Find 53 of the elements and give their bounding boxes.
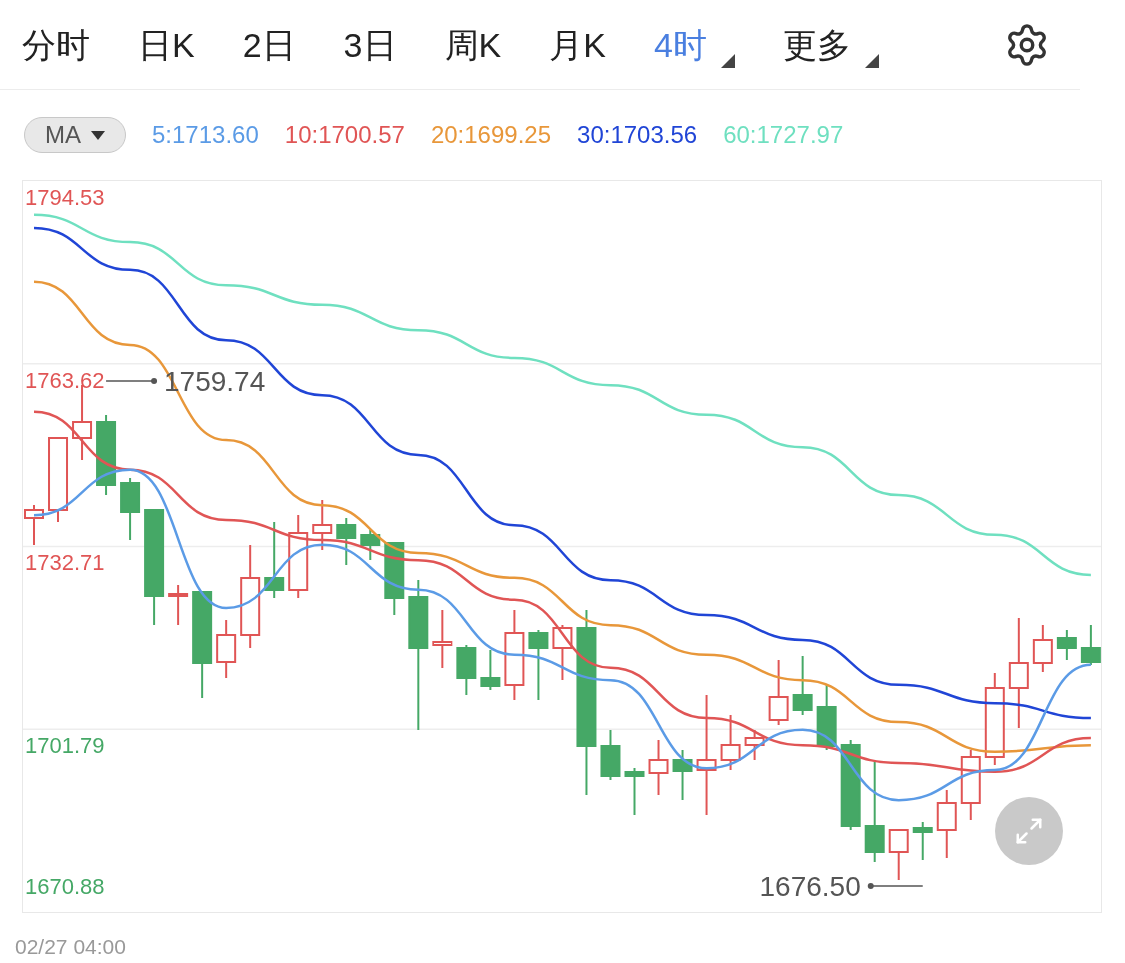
candlestick — [816, 684, 837, 751]
period-tab[interactable]: 日K — [138, 19, 195, 70]
indicator-dropdown[interactable]: MA — [24, 117, 126, 153]
candlestick — [1032, 624, 1053, 673]
leader-line — [867, 883, 924, 889]
leader-line — [105, 378, 158, 384]
candlestick — [432, 609, 453, 669]
ma-legend-value: 20:1699.25 — [430, 120, 552, 150]
y-axis-label: 1701.79 — [25, 733, 105, 760]
period-tab[interactable]: 更多 — [782, 19, 879, 70]
y-axis-label: 1670.88 — [25, 874, 105, 900]
candlestick — [168, 584, 189, 626]
candlestick — [336, 517, 357, 566]
candlestick — [936, 789, 957, 859]
period-tab[interactable]: 2日 — [242, 19, 296, 70]
candlestick — [528, 629, 549, 701]
candlestick — [888, 829, 909, 881]
ma-legend-value: 5:1713.60 — [152, 120, 259, 150]
period-tab[interactable]: 周K — [444, 19, 502, 70]
candlestick — [480, 649, 501, 691]
candlestick — [960, 749, 981, 821]
candlestick — [120, 477, 141, 541]
candlestick — [312, 499, 333, 551]
period-tab[interactable]: 分时 — [22, 19, 90, 70]
start-time-label: 02/27 04:00 — [15, 935, 126, 958]
period-tab[interactable]: 4时 — [653, 19, 735, 70]
y-axis-label: 1794.53 — [25, 185, 105, 211]
candlestick — [672, 749, 693, 801]
candlestick — [552, 624, 573, 681]
candlestick — [360, 529, 381, 561]
candlestick — [744, 729, 765, 761]
candlestick — [792, 655, 813, 716]
y-axis-label: 1732.71 — [25, 550, 105, 577]
candlestick — [600, 729, 621, 781]
candlestick — [216, 619, 237, 679]
candlestick — [768, 659, 789, 726]
caret-icon — [91, 130, 105, 140]
period-tab[interactable]: 月K — [549, 19, 606, 70]
y-axis-label: 1763.62 — [25, 367, 105, 394]
ma-legend-value: 60:1727.97 — [723, 120, 844, 150]
ma-legend-value: 30:1703.56 — [577, 120, 698, 150]
candlestick — [648, 739, 669, 796]
candlestick — [24, 504, 44, 546]
candlestick — [720, 714, 741, 771]
candlestick — [456, 644, 477, 696]
period-tab[interactable]: 3日 — [343, 19, 397, 70]
candlestick — [1080, 624, 1101, 666]
ma-legend-value: 10:1700.57 — [284, 120, 405, 150]
price-marker: 1676.50 — [759, 871, 861, 902]
candlestick — [912, 821, 933, 861]
expand-icon — [1014, 816, 1044, 846]
candlestick — [1056, 629, 1077, 661]
candlestick — [624, 767, 645, 816]
